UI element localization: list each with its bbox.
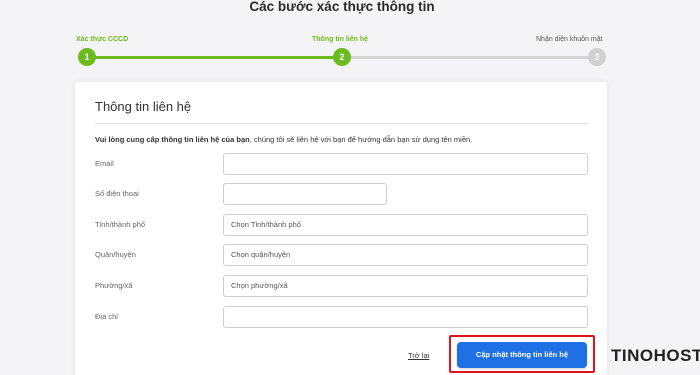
step-1-indicator: 1 — [78, 48, 96, 66]
district-select[interactable]: Chọn quận/huyện — [223, 244, 588, 266]
update-contact-button[interactable]: Cập nhật thông tin liên hệ — [457, 342, 587, 368]
brand-logo: TINOHOST — [611, 346, 700, 365]
step-3-indicator: 3 — [588, 48, 606, 66]
back-link[interactable]: Trở lại — [408, 351, 429, 361]
province-label: Tỉnh/thành phố — [95, 220, 146, 229]
email-field[interactable] — [223, 153, 588, 175]
form-intro-bold: Vui lòng cung cấp thông tin liên hệ của … — [95, 135, 250, 144]
address-field[interactable] — [223, 306, 588, 328]
progress-stepper: Xác thực CCCD Thông tin liên hệ Nhận diệ… — [0, 0, 700, 70]
address-label: Địa chỉ — [95, 312, 118, 321]
card-divider — [95, 123, 588, 124]
form-intro-text: Vui lòng cung cấp thông tin liên hệ của … — [95, 135, 472, 145]
contact-info-card: Thông tin liên hệ Vui lòng cung cấp thôn… — [75, 82, 607, 375]
email-label: Email — [95, 159, 114, 168]
ward-label: Phường/xã — [95, 281, 133, 290]
step-label-id-verification: Xác thực CCCD — [76, 36, 129, 43]
phone-label: Số điện thoại — [95, 189, 139, 198]
step-2-indicator: 2 — [333, 48, 351, 66]
district-label: Quận/huyện — [95, 250, 136, 259]
province-select[interactable]: Chọn Tỉnh/thành phố — [223, 214, 588, 236]
ward-select[interactable]: Chọn phường/xã — [223, 275, 588, 297]
step-label-contact-info: Thông tin liên hệ — [312, 36, 368, 43]
step-label-face-recognition: Nhận diện khuôn mặt — [536, 36, 603, 43]
progress-track-complete — [87, 56, 342, 59]
form-intro-rest: , chúng tôi sẽ liên hệ với bạn để hướng … — [249, 135, 473, 144]
progress-track-remaining — [342, 56, 597, 59]
card-title: Thông tin liên hệ — [95, 99, 192, 114]
phone-field[interactable] — [223, 183, 387, 205]
